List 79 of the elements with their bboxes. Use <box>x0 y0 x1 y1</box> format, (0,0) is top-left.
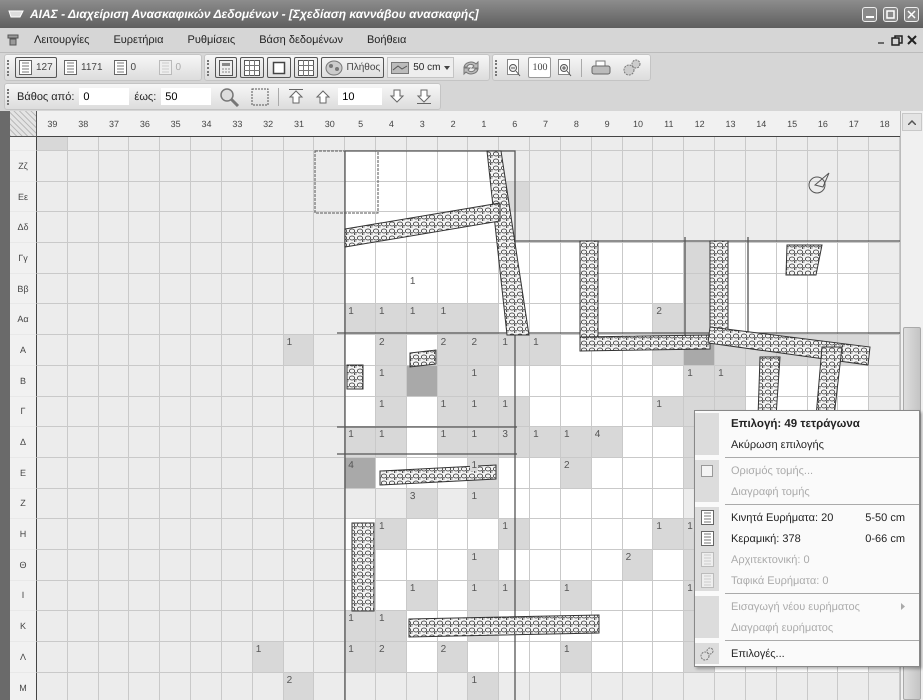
find-count: 1 <box>470 398 478 410</box>
find-count: 1 <box>562 644 571 655</box>
row-label: Γγ <box>10 243 37 274</box>
row-label: Λ <box>10 642 37 673</box>
column-label: 6 <box>499 111 530 137</box>
depth-from-label: Βάθος από: <box>16 90 76 102</box>
column-label: 38 <box>68 111 99 137</box>
find-count: 1 <box>470 582 478 594</box>
find-count: 1 <box>254 644 262 655</box>
column-label: 9 <box>592 111 623 137</box>
row-label: Μ <box>10 672 37 700</box>
find-count: 1 <box>470 460 478 471</box>
column-label: 34 <box>191 111 222 137</box>
column-label: 13 <box>715 111 746 137</box>
column-label: 37 <box>98 111 130 137</box>
column-label: 11 <box>653 111 684 137</box>
find-count: 3 <box>501 429 509 440</box>
row-label: Ζζ <box>10 151 37 182</box>
column-label: 33 <box>222 111 253 137</box>
find-count: 1 <box>347 644 355 655</box>
find-count: 1 <box>686 368 694 379</box>
row-label: Αα <box>10 304 37 336</box>
row-label: Γ <box>10 396 37 428</box>
row-label: Α <box>10 335 37 366</box>
find-count: 1 <box>378 398 386 410</box>
column-label: 17 <box>838 111 870 137</box>
find-count: 2 <box>440 644 448 655</box>
row-label: Ββ <box>10 274 37 304</box>
depth-to-label: έως: <box>133 90 158 102</box>
find-count: 1 <box>501 582 509 594</box>
row-label: Κ <box>10 611 37 642</box>
column-label: 10 <box>622 111 654 137</box>
find-count: 1 <box>408 276 416 287</box>
find-count: 1 <box>470 368 478 379</box>
row-label: Δ <box>10 427 37 458</box>
find-count: 1 <box>470 552 478 563</box>
find-count: 1 <box>408 582 416 594</box>
find-count: 2 <box>624 552 632 563</box>
find-count: 1 <box>470 674 478 686</box>
row-label: Ε <box>10 458 37 489</box>
column-label: 15 <box>776 111 808 137</box>
find-count: 1 <box>655 398 663 410</box>
find-count: 1 <box>501 398 509 410</box>
find-count: 1 <box>686 582 694 594</box>
find-count: 2 <box>562 460 571 471</box>
find-count: 2 <box>286 674 294 686</box>
row-label: Η <box>10 519 37 550</box>
column-label: 8 <box>560 111 592 137</box>
find-count: 4 <box>347 460 355 471</box>
column-label: 32 <box>252 111 284 137</box>
row-label: Ζ <box>10 488 37 520</box>
find-count: 1 <box>562 582 571 594</box>
row-label: Ι <box>10 580 37 612</box>
row-label: Θ <box>10 550 37 581</box>
column-label: 16 <box>808 111 838 137</box>
column-label: 4 <box>376 111 407 137</box>
column-label: 31 <box>284 111 314 137</box>
column-label: 3 <box>406 111 438 137</box>
column-label: 36 <box>129 111 160 137</box>
row-label: Εε <box>10 182 37 212</box>
row-label: Β <box>10 366 37 396</box>
find-count: 1 <box>470 490 478 502</box>
column-label: 39 <box>37 111 68 137</box>
row-label: Δδ <box>10 212 37 244</box>
find-count: 1 <box>440 398 448 410</box>
find-count: 1 <box>378 368 386 379</box>
find-count: 3 <box>408 490 416 502</box>
column-label: 5 <box>345 111 376 137</box>
window-title: ΑΙΑΣ - Διαχείριση Ανασκαφικών Δεδομένων - [Σχεδίαση καννάβου ανασκαφής] <box>30 7 480 21</box>
column-label: 12 <box>684 111 716 137</box>
column-label: 14 <box>746 111 777 137</box>
find-count: 1 <box>717 368 725 379</box>
column-label: 7 <box>530 111 561 137</box>
column-label: 30 <box>314 111 346 137</box>
column-label: 2 <box>438 111 468 137</box>
column-label: 35 <box>160 111 192 137</box>
column-label: 18 <box>869 111 900 137</box>
column-label: 1 <box>468 111 500 137</box>
find-count: 2 <box>378 644 386 655</box>
